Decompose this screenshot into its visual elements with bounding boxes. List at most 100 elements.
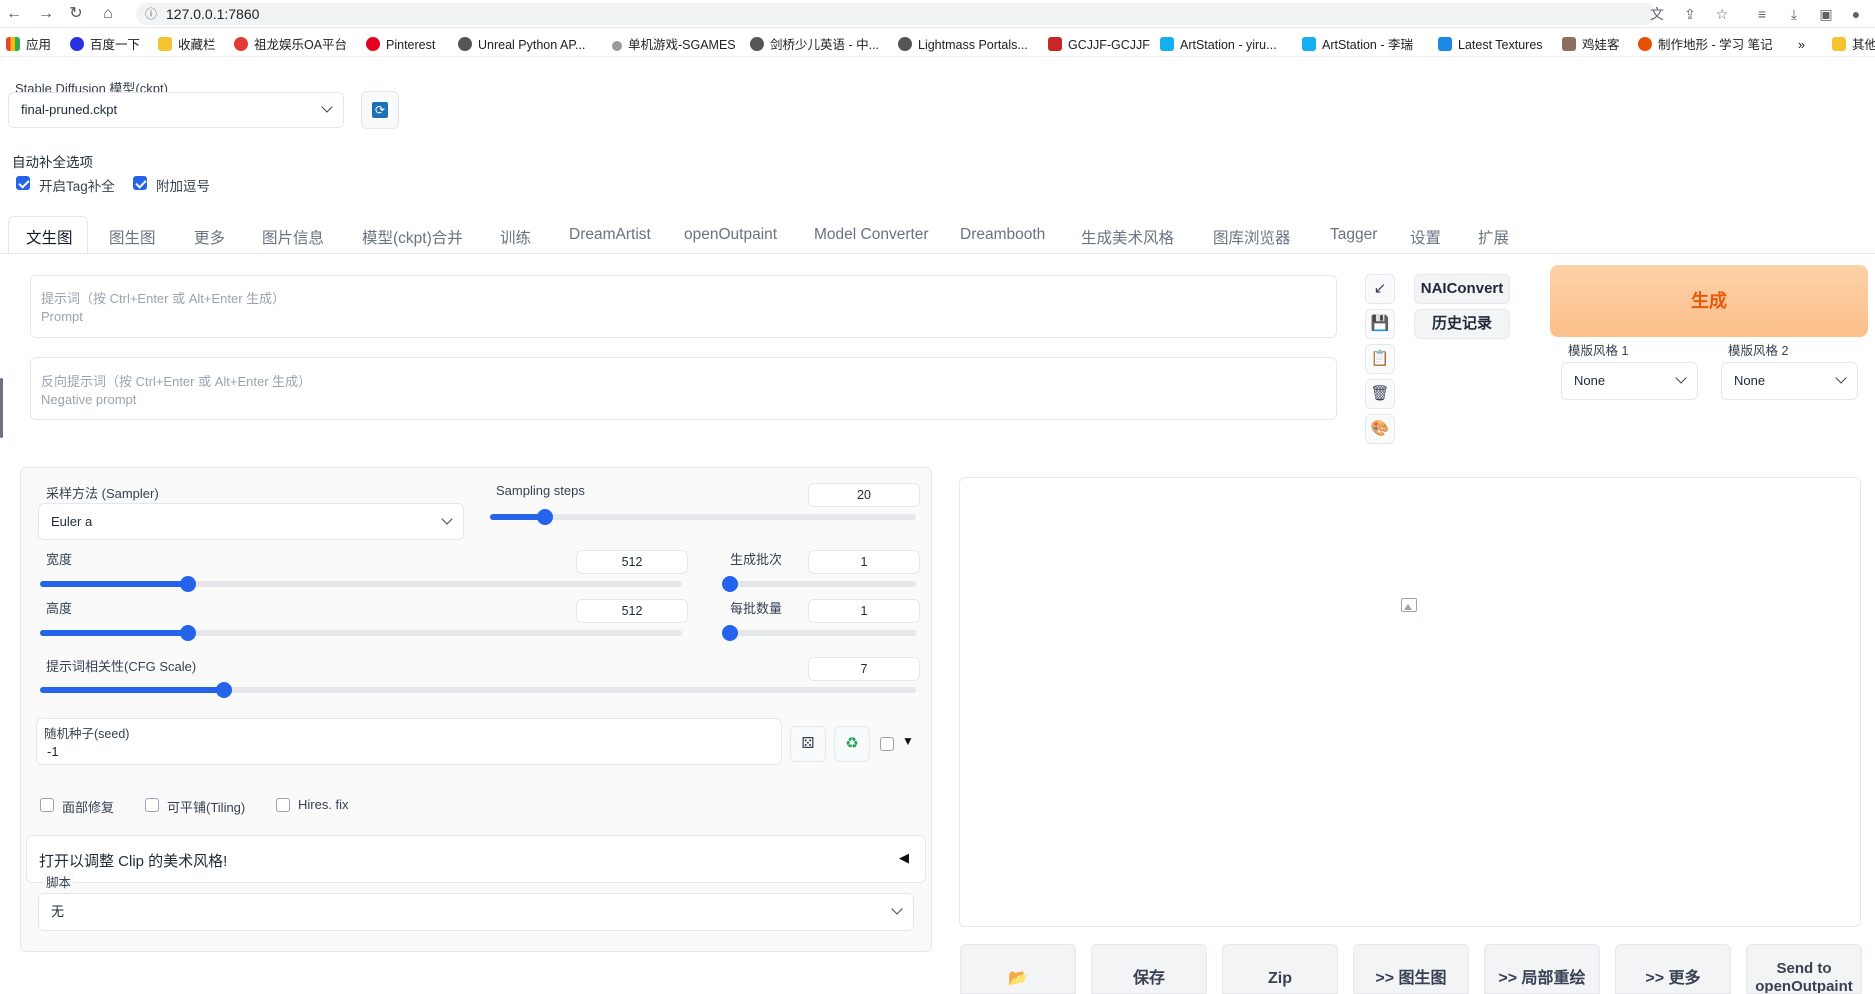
model-select[interactable]: final-pruned.ckpt: [8, 92, 344, 128]
bookmark-other[interactable]: 其他: [1832, 37, 1875, 53]
clear-prompt-button[interactable]: 🗑: [1365, 379, 1395, 409]
bookmark-zulong[interactable]: 祖龙娱乐OA平台: [234, 37, 347, 53]
tab-train[interactable]: 训练: [500, 226, 531, 248]
tab-img2img[interactable]: 图生图: [109, 226, 156, 248]
open-folder-button[interactable]: 📂: [960, 944, 1076, 994]
bookmark-lightmass[interactable]: Lightmass Portals...: [898, 37, 1028, 53]
sampler-select[interactable]: Euler a: [38, 503, 464, 540]
cfg-slider[interactable]: [40, 682, 916, 698]
reload-icon[interactable]: ↻: [66, 4, 86, 24]
palette-button[interactable]: 🎨: [1365, 414, 1395, 444]
slider-thumb[interactable]: [722, 576, 738, 592]
tab-extensions[interactable]: 扩展: [1478, 226, 1509, 248]
refresh-model-button[interactable]: ⟳: [361, 91, 399, 129]
send-to-openoutpaint-button[interactable]: Send to openOutpaint: [1746, 944, 1862, 994]
tiling-checkbox[interactable]: [145, 798, 159, 812]
share-icon[interactable]: ⇪: [1680, 4, 1700, 24]
height-number-input[interactable]: 512: [576, 599, 688, 623]
slider-thumb[interactable]: [179, 576, 196, 592]
clip-style-accordion[interactable]: 打开以调整 Clip 的美术风格! ◀: [26, 835, 926, 883]
tab-dreambooth[interactable]: Dreambooth: [960, 226, 1045, 244]
cfg-number-input[interactable]: 7: [808, 657, 920, 681]
bookmark-artstation-lirui[interactable]: ArtStation - 李瑞: [1302, 37, 1413, 53]
extra-seed-checkbox[interactable]: [880, 737, 894, 751]
send-to-img2img-button[interactable]: >> 图生图: [1353, 944, 1469, 994]
batch-size-slider[interactable]: [722, 625, 916, 641]
generate-button[interactable]: 生成: [1550, 265, 1868, 337]
zip-button[interactable]: Zip: [1222, 944, 1338, 994]
save-style-button[interactable]: 💾: [1365, 309, 1395, 339]
batch-count-input[interactable]: 1: [808, 550, 920, 574]
triangle-down-icon[interactable]: ▼: [902, 734, 914, 748]
profile-icon[interactable]: ●: [1846, 4, 1866, 24]
bookmark-gcjjf[interactable]: GCJJF-GCJJF: [1048, 37, 1150, 53]
forward-icon[interactable]: →: [36, 4, 56, 24]
send-to-inpaint-button[interactable]: >> 局部重绘: [1484, 944, 1600, 994]
tab-art-style[interactable]: 生成美术风格: [1081, 226, 1174, 248]
translate-icon[interactable]: 文: [1647, 4, 1667, 24]
bookmark-baidu[interactable]: 百度一下: [70, 37, 140, 53]
bookmark-folder-favorites[interactable]: 收藏栏: [158, 37, 216, 53]
prompt-input[interactable]: 提示词（按 Ctrl+Enter 或 Alt+Enter 生成） Prompt: [30, 275, 1337, 338]
batch-count-slider[interactable]: [722, 576, 916, 592]
autocomplete-title: 自动补全选项: [12, 155, 93, 170]
width-number-input[interactable]: 512: [576, 550, 688, 574]
send-to-extras-button[interactable]: >> 更多: [1615, 944, 1731, 994]
slider-thumb[interactable]: [179, 625, 196, 641]
tag-autocomplete-label: 开启Tag补全: [39, 179, 115, 194]
style1-select[interactable]: None: [1561, 362, 1698, 400]
bookmark-sgames[interactable]: 单机游戏-SGAMES: [612, 37, 736, 53]
height-slider[interactable]: [40, 625, 682, 641]
batch-size-input[interactable]: 1: [808, 599, 920, 623]
save-button[interactable]: 保存: [1091, 944, 1207, 994]
home-icon[interactable]: ⌂: [98, 4, 118, 24]
face-restore-checkbox[interactable]: [40, 798, 54, 812]
style2-select[interactable]: None: [1721, 362, 1858, 400]
append-comma-checkbox[interactable]: [133, 176, 147, 190]
bookmark-unreal[interactable]: Unreal Python AP...: [458, 37, 585, 53]
bookmark-artstation-yiru[interactable]: ArtStation - yiru...: [1160, 37, 1277, 53]
read-params-button[interactable]: ↙: [1365, 274, 1395, 304]
sidepanel-icon[interactable]: ▣: [1816, 4, 1836, 24]
seed-field[interactable]: 随机种子(seed) -1: [36, 718, 782, 765]
steps-slider[interactable]: [490, 509, 916, 525]
tab-extras[interactable]: 更多: [194, 226, 225, 248]
bookmark-pinterest[interactable]: Pinterest: [366, 37, 435, 53]
random-seed-button[interactable]: ⚄: [790, 726, 826, 762]
tag-autocomplete-checkbox[interactable]: [16, 176, 30, 190]
naiconvert-button[interactable]: NAIConvert: [1414, 274, 1510, 304]
tab-checkpoint-merger[interactable]: 模型(ckpt)合并: [362, 226, 463, 248]
back-icon[interactable]: ←: [4, 4, 24, 24]
bookmarks-overflow[interactable]: »: [1798, 37, 1805, 53]
bookmark-latest-textures[interactable]: Latest Textures: [1438, 37, 1543, 53]
download-icon[interactable]: ⤓: [1784, 4, 1804, 24]
steps-number-input[interactable]: 20: [808, 483, 920, 507]
reading-list-icon[interactable]: ≡: [1752, 4, 1772, 24]
slider-thumb[interactable]: [722, 625, 738, 641]
tab-txt2img[interactable]: 文生图: [26, 226, 73, 248]
tab-png-info[interactable]: 图片信息: [262, 226, 324, 248]
bookmark-terrain[interactable]: 制作地形 - 学习 笔记: [1638, 37, 1773, 53]
tab-tagger[interactable]: Tagger: [1330, 226, 1377, 244]
tab-openoutpaint[interactable]: openOutpaint: [684, 226, 777, 244]
append-comma-label: 附加逗号: [156, 179, 210, 194]
star-icon[interactable]: ☆: [1712, 4, 1732, 24]
apply-style-button[interactable]: 📋: [1365, 344, 1395, 374]
bookmark-jiwake[interactable]: 鸡娃客: [1562, 37, 1620, 53]
bookmark-cambridge[interactable]: 剑桥少儿英语 - 中...: [750, 37, 879, 53]
tab-image-browser[interactable]: 图库浏览器: [1213, 226, 1291, 248]
address-bar[interactable]: ⓘ 127.0.0.1:7860: [136, 3, 1656, 25]
info-icon[interactable]: ⓘ: [145, 3, 157, 25]
width-slider[interactable]: [40, 576, 682, 592]
slider-thumb[interactable]: [215, 682, 232, 698]
script-select[interactable]: 无: [38, 893, 914, 931]
tab-model-converter[interactable]: Model Converter: [814, 226, 929, 244]
negative-prompt-input[interactable]: 反向提示词（按 Ctrl+Enter 或 Alt+Enter 生成） Negat…: [30, 357, 1337, 420]
left-edge-handle[interactable]: [0, 378, 3, 438]
reuse-seed-button[interactable]: ♻: [834, 726, 870, 762]
history-button[interactable]: 历史记录: [1414, 309, 1510, 339]
tab-settings[interactable]: 设置: [1410, 226, 1441, 248]
hires-fix-checkbox[interactable]: [276, 798, 290, 812]
tab-dreamartist[interactable]: DreamArtist: [569, 226, 651, 244]
bookmark-apps[interactable]: 应用: [6, 37, 51, 53]
